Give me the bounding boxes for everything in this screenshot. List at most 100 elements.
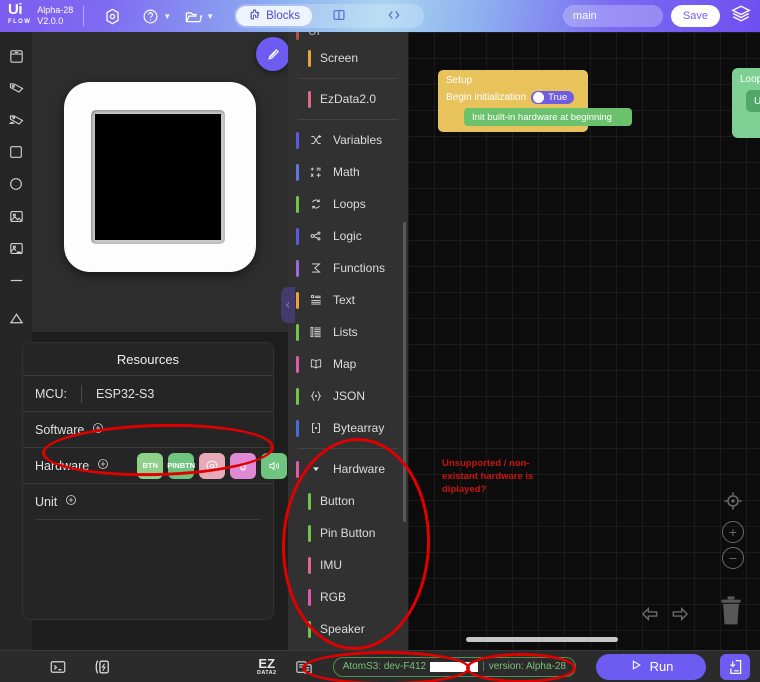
resources-row-software[interactable]: Software [23,411,273,447]
unit-label: Unit [35,494,58,509]
resources-panel: Resources MCU: ESP32-S3 Software Hardwar… [22,342,288,620]
dynamic-label-icon[interactable] [4,108,28,132]
workspace-horizontal-scrollbar[interactable] [466,637,618,642]
trash-icon[interactable] [716,594,746,628]
device-screen[interactable] [95,114,221,240]
category-imu[interactable]: IMU [288,549,408,581]
badge-imu[interactable] [199,452,226,479]
hardware-badge-list: BTN PIN BTN [137,452,288,479]
text-icon [308,293,324,307]
tab-code-view[interactable] [366,6,422,26]
logo-sub: FLOW [8,19,32,25]
begin-initialization-toggle[interactable]: True [531,91,575,104]
loop-block[interactable]: Loop U [732,68,760,138]
plus-circle-icon[interactable] [65,494,77,509]
line-icon[interactable] [4,268,28,292]
download-device-icon[interactable] [720,653,750,680]
badge-rgb[interactable] [230,452,257,479]
category-screen[interactable]: Screen [288,42,408,74]
category-list: UI Screen EzData2.0 Variables Math Loops Logic… [288,32,408,645]
category-logic[interactable]: Logic [288,220,408,252]
resources-row-hardware[interactable]: Hardware BTN PIN BTN [23,447,288,483]
device-copy-icon[interactable] [291,656,317,678]
redo-icon[interactable] [670,604,690,624]
blocks-category-panel: UI Screen EzData2.0 Variables Math Loops Logic… [288,32,408,650]
brand-logo[interactable]: Ui FLOW Alpha-28 V2.0.0 [8,2,73,29]
map-icon [308,357,324,371]
category-variables[interactable]: Variables [288,124,408,156]
category-label: EzData2.0 [320,92,377,106]
layers-icon[interactable] [730,3,752,30]
folder-open-icon[interactable] [181,4,205,28]
category-rgb[interactable]: RGB [288,581,408,613]
category-label: Functions [333,261,386,275]
tab-split-view[interactable] [312,6,366,26]
badge-speaker[interactable] [261,452,288,479]
ezdata-icon[interactable]: EZ DATA2 [251,656,283,678]
category-button[interactable]: Button [288,485,408,517]
play-icon [629,658,643,675]
category-ui[interactable]: UI [288,32,408,42]
image-icon[interactable] [4,204,28,228]
category-pin-button[interactable]: Pin Button [288,517,408,549]
zoom-out-icon[interactable]: − [722,547,744,569]
category-json[interactable]: JSON [288,380,408,412]
setup-init-row: Begin initialization True [446,91,588,104]
panel-collapse-handle[interactable] [281,287,295,323]
dynamic-image-icon[interactable] [4,236,28,260]
category-math[interactable]: Math [288,156,408,188]
settings-hexagon-icon[interactable] [100,4,124,28]
terminal-icon[interactable] [45,656,71,678]
category-bytearray[interactable]: Bytearray [288,412,408,444]
circle-icon[interactable] [4,172,28,196]
bytearray-icon [308,421,324,435]
atoms3-device-preview[interactable] [64,82,256,272]
top-header: Ui FLOW Alpha-28 V2.0.0 ▼ ▼ Blocks main … [0,0,760,32]
rectangle-icon[interactable] [4,140,28,164]
run-button[interactable]: Run [596,653,706,680]
help-chevron-down-icon[interactable]: ▼ [163,12,171,21]
init-builtin-hardware-block[interactable]: Init built-in hardware at beginning [464,108,632,126]
category-color-bar [308,90,311,108]
category-label: Variables [333,133,383,147]
category-lists[interactable]: Lists [288,316,408,348]
category-map[interactable]: Map [288,348,408,380]
category-label: Map [333,357,357,371]
screen-icon[interactable] [4,44,28,68]
badge-pin-button[interactable]: PIN BTN [167,452,195,479]
plus-circle-icon[interactable] [97,458,109,473]
label-tag-icon[interactable] [4,76,28,100]
device-bezel [91,110,225,244]
blockly-workspace[interactable]: Setup Begin initialization True Init bui… [408,32,760,650]
category-ezdata2-0[interactable]: EzData2.0 [288,83,408,115]
category-text[interactable]: Text [288,284,408,316]
badge-button[interactable]: BTN [137,452,164,479]
flash-icon[interactable] [89,656,115,678]
project-name-input[interactable] [562,5,663,27]
pen-tool-icon[interactable] [256,37,290,71]
category-speaker[interactable]: Speaker [288,613,408,645]
undo-icon[interactable] [640,604,660,624]
category-hardware[interactable]: Hardware [288,453,408,485]
folder-chevron-down-icon[interactable]: ▼ [206,12,214,21]
center-view-icon[interactable] [722,490,744,512]
category-label: Lists [333,325,358,339]
plus-circle-icon[interactable] [92,422,104,437]
tab-blocks[interactable]: Blocks [236,6,313,26]
category-functions[interactable]: Functions [288,252,408,284]
resources-row-unit[interactable]: Unit [23,483,273,519]
hardware-label: Hardware [35,458,90,473]
category-label: Math [333,165,360,179]
device-status-chip[interactable]: AtomS3: dev-F412 | version: Alpha-28 [332,656,576,677]
setup-block[interactable]: Setup Begin initialization True Init bui… [438,70,632,132]
triangle-icon[interactable] [4,306,28,330]
save-button[interactable]: Save [670,5,720,27]
code-brackets-icon [386,8,402,25]
help-circle-icon[interactable] [138,4,162,28]
zoom-in-icon[interactable]: + [722,521,744,543]
loop-block-child[interactable]: U [746,90,760,112]
device-status-text: AtomS3: dev-F412 [342,661,427,672]
begin-initialization-label: Begin initialization [446,92,527,103]
category-loops[interactable]: Loops [288,188,408,220]
blocks-panel-scrollbar[interactable] [403,222,406,522]
